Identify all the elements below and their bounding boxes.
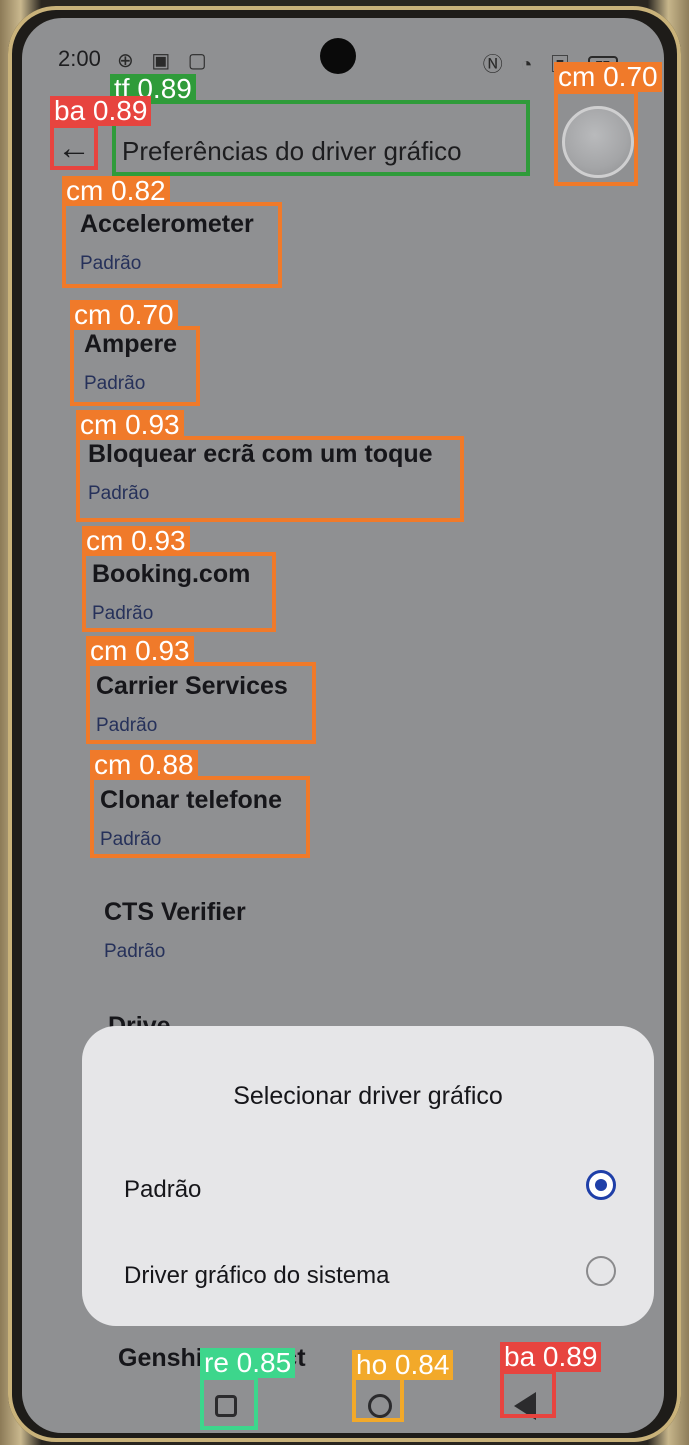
detection-label: ba 0.89 [500, 1342, 602, 1372]
option-padrao[interactable]: Padrão [124, 1176, 201, 1204]
front-camera [320, 38, 356, 74]
detection-label: cm 0.93 [86, 636, 194, 666]
back-triangle-icon[interactable] [502, 1382, 550, 1430]
dialog-title: Selecionar driver gráfico [233, 1082, 503, 1110]
radio-unselected-icon[interactable] [586, 1256, 616, 1286]
recents-square-icon[interactable] [202, 1382, 250, 1430]
status-notification-icons: ⊕ ▣ ▢ [117, 50, 213, 72]
driver-value: Padrão [84, 373, 146, 394]
detection-label: cm 0.88 [90, 750, 198, 780]
list-item-carrier-services[interactable]: Carrier Services Padrão [96, 672, 288, 737]
list-item-bloquear-ecra[interactable]: Bloquear ecrã com um toque Padrão [88, 440, 433, 505]
radio-selected-icon[interactable] [586, 1170, 616, 1200]
option-driver-sistema[interactable]: Driver gráfico do sistema [124, 1262, 389, 1290]
list-item-cts-verifier[interactable]: CTS Verifier Padrão [104, 898, 246, 963]
detection-label: ho 0.84 [352, 1350, 454, 1380]
app-name: Accelerometer [80, 210, 254, 238]
floating-assistive-ball[interactable] [562, 106, 634, 178]
app-name: Carrier Services [96, 672, 288, 700]
list-item-clonar-telefone[interactable]: Clonar telefone Padrão [100, 786, 282, 851]
detection-label: cm 0.93 [76, 410, 184, 440]
list-item-booking[interactable]: Booking.com Padrão [92, 560, 250, 625]
detection-label: cm 0.93 [82, 526, 190, 556]
detection-label: cm 0.70 [554, 62, 662, 92]
app-name: Booking.com [92, 560, 251, 588]
app-name: Clonar telefone [100, 786, 282, 814]
phone-screen: 2:00 ⊕ ▣ ▢ Ⓝ ◔ ▣ 77 ← Preferências do dr… [22, 18, 664, 1433]
detection-label: ba 0.89 [50, 96, 152, 126]
driver-value: Padrão [88, 483, 150, 504]
home-circle-icon[interactable] [356, 1382, 404, 1430]
driver-value: Padrão [100, 829, 162, 850]
app-name: Bloquear ecrã com um toque [88, 440, 433, 468]
status-time: 2:00 [58, 46, 101, 71]
detection-label: cm 0.70 [70, 300, 178, 330]
driver-value: Padrão [104, 941, 166, 962]
app-name: Ampere [84, 330, 178, 358]
back-arrow-icon[interactable]: ← [52, 126, 96, 170]
app-name: CTS Verifier [104, 898, 246, 926]
driver-value: Padrão [80, 253, 142, 274]
list-item-ampere[interactable]: Ampere Padrão [84, 330, 177, 395]
driver-value: Padrão [92, 603, 154, 624]
detection-label: cm 0.82 [62, 176, 170, 206]
select-driver-dialog: Selecionar driver gráfico Padrão Driver … [82, 1026, 654, 1326]
detection-label: re 0.85 [200, 1348, 296, 1378]
driver-value: Padrão [96, 715, 158, 736]
list-item-accelerometer[interactable]: Accelerometer Padrão [80, 210, 254, 275]
page-title: Preferências do driver gráfico [122, 136, 462, 166]
